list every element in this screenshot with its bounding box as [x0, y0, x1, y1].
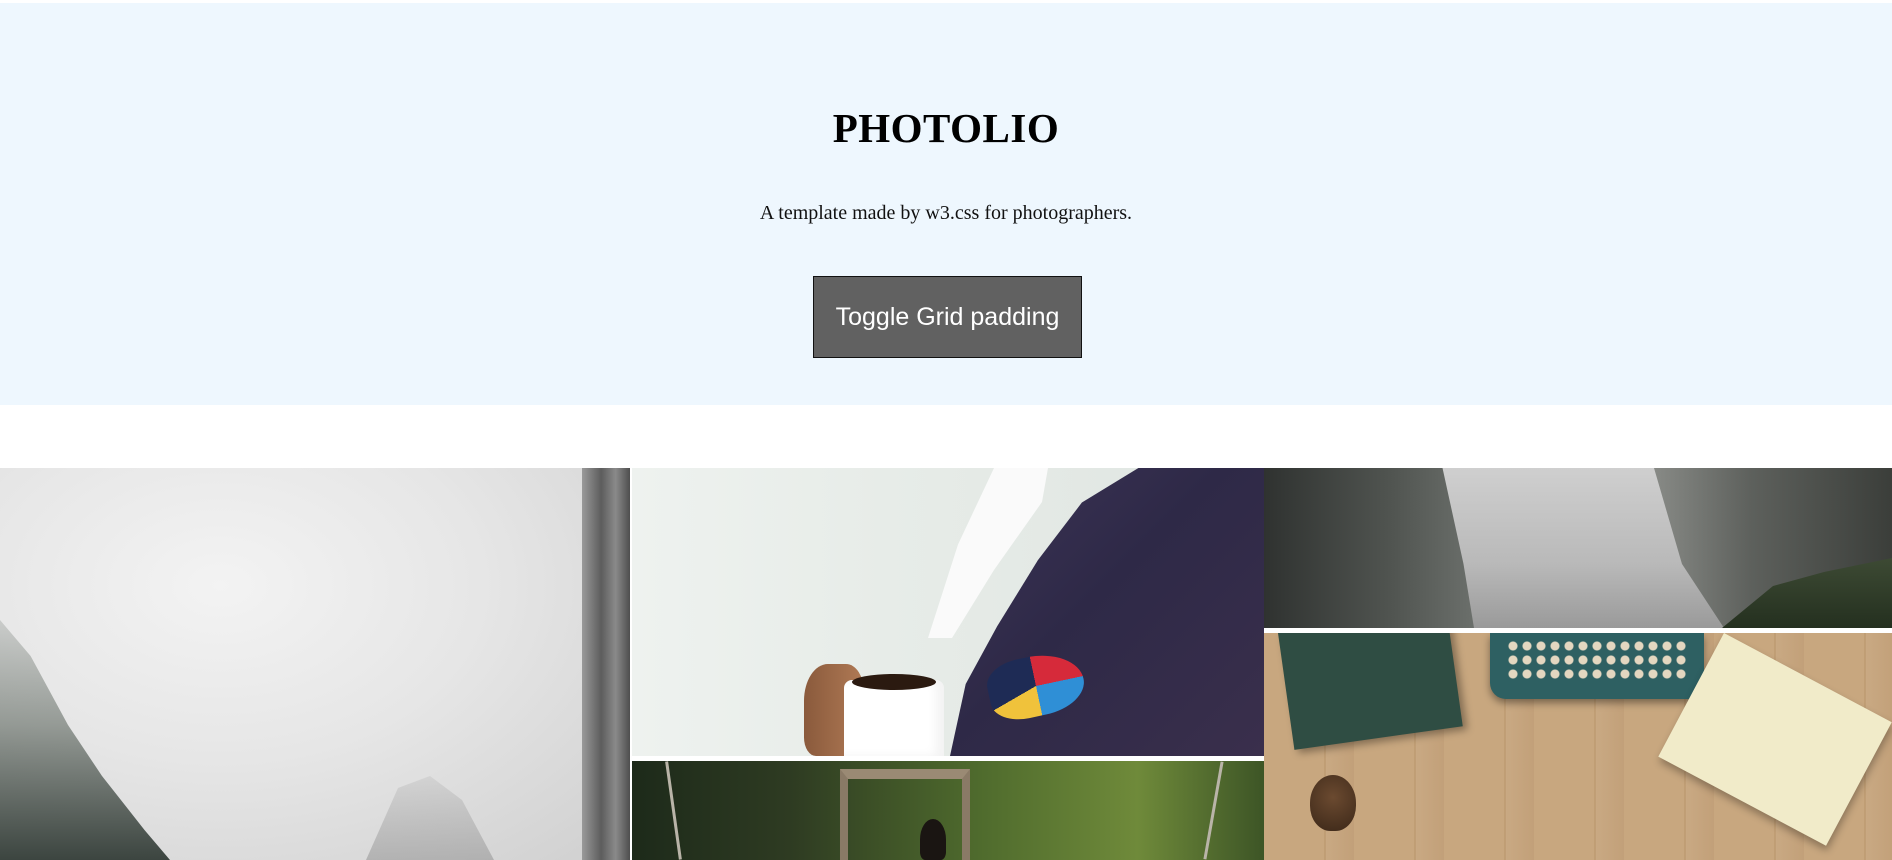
photo-detail — [582, 468, 630, 860]
gallery-photo-typewriter-desk[interactable] — [1264, 633, 1892, 860]
photo-detail — [920, 819, 946, 860]
photo-detail — [0, 620, 170, 860]
photo-detail — [1203, 761, 1224, 860]
gallery-photo-misty-canyon[interactable] — [1264, 468, 1892, 628]
photo-detail — [1264, 468, 1474, 628]
page-title: PHOTOLIO — [832, 105, 1060, 151]
photo-detail — [840, 769, 970, 860]
header-section: PHOTOLIO A template made by w3.css for p… — [0, 3, 1892, 405]
gallery-photo-suit-coffee[interactable] — [632, 468, 1264, 756]
photo-detail — [1506, 639, 1686, 683]
gallery-photo-misty-cliffs[interactable] — [0, 468, 630, 860]
photo-detail — [366, 776, 494, 860]
photo-detail — [844, 680, 944, 756]
photo-detail — [665, 761, 682, 860]
toggle-grid-padding-button[interactable]: Toggle Grid padding — [813, 276, 1082, 358]
gallery-photo-forest-bridge[interactable] — [632, 761, 1264, 860]
photo-detail — [852, 674, 936, 690]
photo-detail — [1310, 775, 1356, 831]
page-subtitle: A template made by w3.css for photograph… — [759, 202, 1133, 224]
photo-detail — [1278, 633, 1463, 750]
